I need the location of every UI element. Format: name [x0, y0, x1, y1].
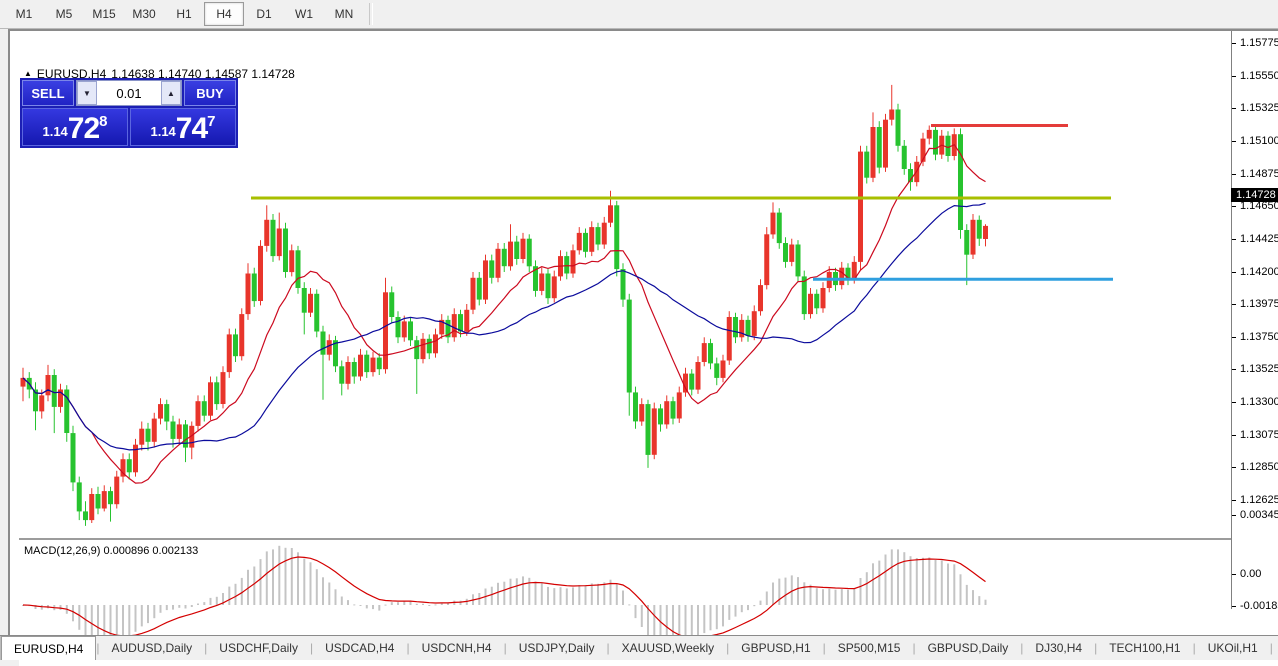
timeframe-button-m15[interactable]: M15 [84, 2, 124, 26]
lot-size-input[interactable] [97, 81, 161, 105]
macd-axis-tick [1232, 574, 1236, 575]
price-axis-tick [1232, 43, 1236, 44]
price-axis-label: 1.13525 [1240, 363, 1278, 375]
macd-chart-canvas[interactable] [19, 540, 1241, 640]
price-axis[interactable]: 1.15775 1.15550 1.15325 1.15100 1.14875 1.146… [1231, 31, 1278, 609]
collapse-arrow-icon[interactable]: ▲ [24, 70, 32, 78]
macd-indicator-label: MACD(12,26,9) 0.000896 0.002133 [24, 545, 198, 557]
chart-tab-dj30-h4[interactable]: DJ30,H4 [1023, 636, 1094, 660]
price-axis-tick [1232, 141, 1236, 142]
sell-price-display[interactable]: 1.14 72 8 [22, 108, 128, 146]
chart-tab-usdcnh-h4[interactable]: USDCNH,H4 [410, 636, 504, 660]
price-axis-tick [1232, 435, 1236, 436]
chart-tab-gbpusd-h1[interactable]: GBPUSD,H1 [729, 636, 822, 660]
price-axis-tick [1232, 108, 1236, 109]
chart-tab-tech100-h1[interactable]: TECH100,H1 [1097, 636, 1192, 660]
sell-price-prefix: 1.14 [42, 124, 67, 139]
price-axis-tick [1232, 402, 1236, 403]
ma-fast-line [23, 145, 986, 483]
timeframe-button-d1[interactable]: D1 [244, 2, 284, 26]
macd-axis-tick [1232, 515, 1236, 516]
buy-button[interactable]: BUY [184, 80, 236, 106]
sell-price-pip-digit: 8 [99, 113, 107, 130]
chart-tab-gbpusd-daily[interactable]: GBPUSD,Daily [916, 636, 1021, 660]
chart-tab-usdchf-daily[interactable]: USDCHF,Daily [207, 636, 310, 660]
chart-tab-eurusd-h4[interactable]: EURUSD,H4 [1, 636, 96, 660]
price-axis-tick [1232, 369, 1236, 370]
chart-window: ▲ EURUSD,H4 1.14638 1.14740 1.14587 1.14… [8, 29, 1278, 635]
price-axis-tick [1232, 174, 1236, 175]
price-axis-tick [1232, 337, 1236, 338]
price-axis-label: 1.13300 [1240, 396, 1278, 408]
price-axis-label: 1.13750 [1240, 331, 1278, 343]
chart-tab-audusd-daily[interactable]: AUDUSD,Daily [99, 636, 204, 660]
timeframe-toolbar: M1M5M15M30H1H4D1W1MN [0, 0, 1278, 29]
macd-histogram [22, 546, 987, 640]
macd-axis-label: -0.001851 [1240, 600, 1278, 612]
current-price-tag: 1.14728 [1231, 188, 1278, 202]
toolbar-separator [369, 3, 373, 25]
chart-tab-ukoil-h1[interactable]: UKOil,H1 [1196, 636, 1270, 660]
price-axis-tick [1232, 272, 1236, 273]
chart-tab-usdcad-h4[interactable]: USDCAD,H4 [313, 636, 406, 660]
lot-decrease-button[interactable]: ▼ [77, 81, 97, 105]
price-axis-label: 1.13975 [1240, 298, 1278, 310]
timeframe-button-mn[interactable]: MN [324, 2, 364, 26]
macd-indicator-pane[interactable] [19, 540, 1241, 640]
chart-tabs-bar: EURUSD,H4|AUDUSD,Daily|USDCHF,Daily|USDC… [0, 635, 1278, 660]
price-axis-label: 1.14200 [1240, 266, 1278, 278]
timeframe-button-m1[interactable]: M1 [4, 2, 44, 26]
buy-price-prefix: 1.14 [150, 124, 175, 139]
price-axis-label: 1.15325 [1240, 102, 1278, 114]
timeframe-button-h1[interactable]: H1 [164, 2, 204, 26]
price-axis-label: 1.15550 [1240, 70, 1278, 82]
timeframe-button-m30[interactable]: M30 [124, 2, 164, 26]
price-axis-tick [1232, 467, 1236, 468]
macd-axis-label: 0.00 [1240, 568, 1261, 580]
one-click-trading-panel: SELL ▼ ▲ BUY 1.14 72 8 1.14 74 7 [20, 78, 238, 148]
buy-price-display[interactable]: 1.14 74 7 [130, 108, 236, 146]
price-axis-label: 1.15775 [1240, 37, 1278, 49]
price-axis-label: 1.14425 [1240, 233, 1278, 245]
price-axis-label: 1.12625 [1240, 494, 1278, 506]
buy-price-pip-digit: 7 [207, 113, 215, 130]
price-axis-label: 1.12850 [1240, 461, 1278, 473]
price-axis-tick [1232, 239, 1236, 240]
price-axis-tick [1232, 206, 1236, 207]
price-axis-label: 1.14875 [1240, 168, 1278, 180]
lot-increase-button[interactable]: ▲ [161, 81, 181, 105]
price-axis-label: 1.15100 [1240, 135, 1278, 147]
sell-button[interactable]: SELL [22, 80, 74, 106]
chart-tab-usdjpy-daily[interactable]: USDJPY,Daily [507, 636, 607, 660]
timeframe-button-m5[interactable]: M5 [44, 2, 84, 26]
price-axis-tick [1232, 500, 1236, 501]
chart-tab-xauusd-weekly[interactable]: XAUUSD,Weekly [610, 636, 726, 660]
buy-price-big-digits: 74 [176, 116, 207, 142]
chart-tab-sp500-m15[interactable]: SP500,M15 [826, 636, 913, 660]
price-axis-tick [1232, 304, 1236, 305]
macd-axis-tick [1232, 606, 1236, 607]
macd-axis-label: 0.003452 [1240, 509, 1278, 521]
sell-price-big-digits: 72 [68, 116, 99, 142]
lot-size-control: ▼ ▲ [76, 80, 182, 106]
timeframe-button-w1[interactable]: W1 [284, 2, 324, 26]
price-axis-label: 1.13075 [1240, 429, 1278, 441]
price-axis-tick [1232, 76, 1236, 77]
price-axis-label: 1.14650 [1240, 200, 1278, 212]
mt4-terminal: { "toolbar": { "timeframes": ["M1","M5",… [0, 0, 1278, 659]
chart-tab-u[interactable]: U [1273, 636, 1278, 660]
timeframe-button-h4[interactable]: H4 [204, 2, 244, 26]
candles-layer [21, 85, 989, 526]
